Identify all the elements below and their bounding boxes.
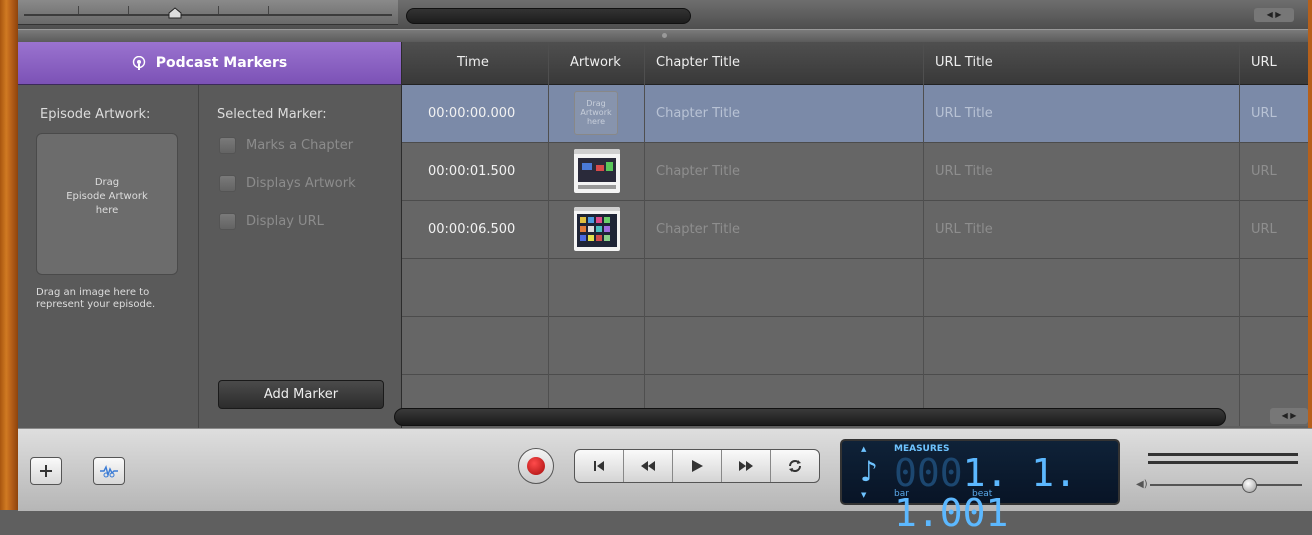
row-url-title[interactable]: URL Title: [935, 85, 993, 142]
table-horizontal-scrollbar[interactable]: [394, 408, 1226, 426]
splitter-handle[interactable]: [662, 33, 667, 38]
displays-artwork-label: Displays Artwork: [246, 176, 356, 191]
speaker-icon: ◀): [1136, 479, 1148, 490]
control-bar: ▲ ♪ ▼ MEASURES 0001. 1. 1.001 bar beat ◀…: [18, 428, 1312, 533]
editor-button[interactable]: [93, 457, 125, 485]
volume-slider[interactable]: [1150, 484, 1302, 486]
col-divider: [923, 42, 924, 426]
row-artwork-drop[interactable]: Drag Artwork here: [574, 91, 618, 135]
ruler-tick: [128, 6, 129, 14]
table-row[interactable]: 00:00:00.000 Drag Artwork here Chapter T…: [402, 85, 1308, 143]
drop-zone-text: Drag Episode Artwork here: [66, 177, 148, 216]
podcast-markers-panel: Podcast Markers Episode Artwork: Drag Ep…: [18, 42, 402, 428]
play-button[interactable]: [673, 450, 722, 482]
zoom-slider[interactable]: [18, 0, 398, 25]
row-chapter-title[interactable]: Chapter Title: [656, 85, 740, 142]
plus-icon: [40, 465, 52, 477]
podcast-icon: [132, 56, 145, 70]
col-header-url[interactable]: URL: [1251, 42, 1277, 84]
rewind-icon: [641, 461, 655, 471]
table-header: Time Artwork Chapter Title URL Title URL: [402, 42, 1308, 85]
lcd-position: 0001. 1. 1.001: [894, 453, 1118, 533]
row-time: 00:00:06.500: [428, 222, 516, 237]
add-track-button[interactable]: [30, 457, 62, 485]
scroll-arrows-top[interactable]: ◀ ▶: [1254, 8, 1294, 22]
lcd-up-arrow-icon[interactable]: ▲: [861, 445, 866, 453]
zoom-slider-track: [24, 14, 392, 16]
rewind-button[interactable]: [624, 450, 673, 482]
ruler-tick: [218, 6, 219, 14]
level-meter-right: [1148, 461, 1298, 464]
col-divider: [1239, 42, 1240, 426]
episode-artwork-section: Episode Artwork: Drag Episode Artwork he…: [18, 85, 199, 428]
panel-header: Podcast Markers: [18, 42, 401, 85]
volume-knob[interactable]: [1242, 478, 1257, 493]
artwork-thumbnail[interactable]: [574, 149, 620, 193]
row-chapter-title[interactable]: Chapter Title: [656, 201, 740, 258]
artwork-hint: Drag an image here to represent your epi…: [36, 287, 156, 310]
selected-marker-label: Selected Marker:: [217, 107, 327, 122]
wood-frame-left: [0, 0, 18, 510]
col-header-chapter-title[interactable]: Chapter Title: [656, 42, 740, 84]
panel-title: Podcast Markers: [155, 55, 288, 71]
music-note-icon[interactable]: ♪: [860, 455, 878, 488]
transport-controls: [574, 449, 820, 483]
row-time: 00:00:00.000: [428, 106, 516, 121]
go-to-beginning-button[interactable]: [575, 450, 624, 482]
ruler-tick: [78, 6, 79, 14]
table-row[interactable]: 00:00:06.500 Chapter Title URL Title URL: [402, 201, 1308, 259]
col-header-artwork[interactable]: Artwork: [570, 42, 621, 84]
table-row-empty: [402, 317, 1308, 375]
ruler-tick: [268, 6, 269, 14]
display-url-checkbox[interactable]: [219, 213, 236, 230]
episode-artwork-drop-zone[interactable]: Drag Episode Artwork here: [36, 133, 178, 275]
row-url[interactable]: URL: [1251, 85, 1277, 142]
marks-chapter-label: Marks a Chapter: [246, 138, 354, 153]
scroll-arrows-bottom[interactable]: ◀ ▶: [1270, 408, 1308, 424]
row-url-title[interactable]: URL Title: [935, 143, 993, 200]
row-url[interactable]: URL: [1251, 201, 1277, 258]
row-url[interactable]: URL: [1251, 143, 1277, 200]
fast-forward-icon: [739, 461, 753, 471]
track-scrollbar[interactable]: [406, 8, 691, 24]
skip-back-icon: [594, 461, 604, 471]
row-url-title[interactable]: URL Title: [935, 201, 993, 258]
display-url-label: Display URL: [246, 214, 324, 229]
row-time: 00:00:01.500: [428, 164, 516, 179]
lcd-display[interactable]: ▲ ♪ ▼ MEASURES 0001. 1. 1.001 bar beat: [840, 439, 1120, 533]
level-meter-left: [1148, 453, 1298, 456]
zoom-slider-knob[interactable]: [168, 7, 182, 19]
display-url-option[interactable]: Display URL: [219, 213, 324, 230]
episode-artwork-label: Episode Artwork:: [40, 107, 151, 122]
selected-marker-section: Selected Marker: Marks a Chapter Display…: [199, 85, 401, 428]
displays-artwork-option[interactable]: Displays Artwork: [219, 175, 356, 192]
lcd-down-arrow-icon[interactable]: ▼: [861, 491, 866, 499]
artwork-thumbnail[interactable]: [574, 207, 620, 251]
lcd-beat-label: beat: [972, 489, 993, 499]
table-row-empty: [402, 259, 1308, 317]
cycle-icon: [789, 460, 801, 472]
play-icon: [692, 460, 703, 472]
table-row[interactable]: 00:00:01.500 Chapter Title URL Title URL: [402, 143, 1308, 201]
pane-splitter[interactable]: [18, 29, 1308, 43]
col-header-url-title[interactable]: URL Title: [935, 42, 993, 84]
track-area-strip: ◀ ▶: [18, 0, 1308, 30]
record-button[interactable]: [518, 448, 554, 484]
col-divider: [548, 42, 549, 426]
col-header-time[interactable]: Time: [457, 42, 489, 84]
marks-chapter-option[interactable]: Marks a Chapter: [219, 137, 353, 154]
markers-table: Time Artwork Chapter Title URL Title URL…: [402, 42, 1308, 426]
displays-artwork-checkbox[interactable]: [219, 175, 236, 192]
col-divider: [644, 42, 645, 426]
add-marker-button[interactable]: Add Marker: [218, 380, 384, 409]
cycle-button[interactable]: [771, 450, 819, 482]
fast-forward-button[interactable]: [722, 450, 771, 482]
lcd-bar-label: bar: [894, 489, 909, 499]
marks-chapter-checkbox[interactable]: [219, 137, 236, 154]
scissors-waveform-icon: [100, 464, 118, 478]
row-chapter-title[interactable]: Chapter Title: [656, 143, 740, 200]
